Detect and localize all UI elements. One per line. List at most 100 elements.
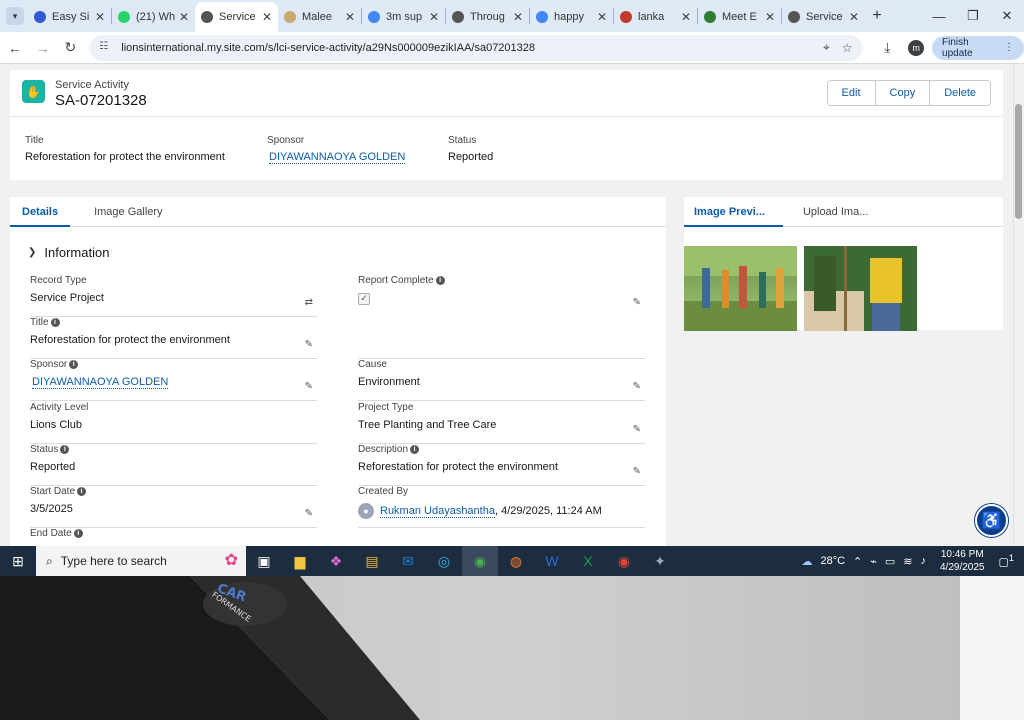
wifi-icon[interactable]: ≋: [903, 555, 912, 568]
info-icon[interactable]: i: [410, 445, 420, 454]
taskbar-clock[interactable]: 10:46 PM 4/29/2025: [940, 548, 985, 574]
close-tab-icon[interactable]: ✕: [681, 10, 691, 24]
report-complete-checkbox[interactable]: ✓: [358, 292, 370, 305]
browser-tab[interactable]: Service ✕: [195, 2, 278, 32]
minimize-button[interactable]: —: [922, 0, 956, 32]
file-explorer-icon[interactable]: ▆: [282, 546, 318, 576]
close-window-button[interactable]: ✕: [990, 0, 1024, 32]
volume-icon[interactable]: ♪: [921, 555, 927, 567]
edit-pencil-icon[interactable]: ✎: [305, 381, 313, 392]
change-record-type-icon[interactable]: ⇄: [305, 297, 313, 308]
chrome-profile-icon[interactable]: ◉: [606, 546, 642, 576]
browser-tab[interactable]: lanka ✕: [614, 2, 697, 32]
accessibility-icon[interactable]: ♿: [975, 504, 1008, 537]
url-text[interactable]: lionsinternational.my.site.com/s/lci-ser…: [121, 42, 811, 54]
weather-icon[interactable]: ☁: [801, 555, 812, 568]
url-omnibox[interactable]: ☷ lionsinternational.my.site.com/s/lci-s…: [89, 34, 863, 61]
page-scrollbar[interactable]: [1013, 64, 1024, 546]
word-icon[interactable]: W: [534, 546, 570, 576]
temperature[interactable]: 28°C: [820, 555, 845, 567]
info-icon[interactable]: i: [69, 360, 79, 369]
new-tab-button[interactable]: +: [865, 7, 889, 25]
close-tab-icon[interactable]: ✕: [95, 10, 105, 24]
device-edge-photo: CAR FORMANCE: [0, 576, 420, 720]
app-icon[interactable]: ✦: [642, 546, 678, 576]
tab-image-gallery[interactable]: Image Gallery: [82, 197, 174, 227]
field-value: Reforestation for protect the environmen…: [358, 461, 558, 473]
finish-update-label: Finish update: [942, 36, 973, 59]
profile-avatar[interactable]: m: [908, 39, 925, 56]
globe-icon: [788, 11, 800, 23]
outlook-icon[interactable]: ✉: [390, 546, 426, 576]
info-icon[interactable]: i: [435, 276, 445, 285]
taskbar-search[interactable]: ⌕ Type here to search ✿: [36, 546, 246, 576]
browser-tab[interactable]: (21) Wh ✕: [112, 2, 195, 32]
tab-search-button[interactable]: ▾: [6, 7, 24, 25]
info-icon[interactable]: i: [50, 318, 60, 327]
usb-icon[interactable]: ⌁: [870, 555, 877, 568]
browser-tab[interactable]: Malee ✕: [278, 2, 361, 32]
notification-icon[interactable]: ▢1: [999, 553, 1015, 569]
browser-tab[interactable]: Meet E ✕: [698, 2, 781, 32]
edit-pencil-icon[interactable]: ✎: [633, 466, 641, 477]
task-view-icon[interactable]: ▣: [246, 546, 282, 576]
page-content: ✋ Service Activity SA-07201328 Edit Copy…: [0, 64, 1024, 546]
section-title: Information: [44, 245, 110, 260]
created-by-user-link[interactable]: Rukman Udayashantha: [380, 504, 495, 518]
highlight-sponsor-link[interactable]: DIYAWANNAOYA GOLDEN: [269, 151, 406, 164]
copilot-icon[interactable]: ❖: [318, 546, 354, 576]
finish-update-button[interactable]: Finish update ⋮: [932, 35, 1024, 60]
delete-button[interactable]: Delete: [929, 81, 990, 105]
tab-upload-image[interactable]: Upload Ima...: [793, 197, 886, 227]
store-icon[interactable]: ▤: [354, 546, 390, 576]
edit-pencil-icon[interactable]: ✎: [633, 297, 641, 308]
close-tab-icon[interactable]: ✕: [765, 10, 775, 24]
close-tab-icon[interactable]: ✕: [262, 10, 272, 24]
tab-image-preview[interactable]: Image Previ...: [684, 197, 783, 227]
info-icon[interactable]: i: [73, 529, 83, 538]
browser-tab[interactable]: happy ✕: [530, 2, 613, 32]
browser-tab[interactable]: Throug ✕: [446, 2, 529, 32]
section-toggle-information[interactable]: ❯ Information: [28, 245, 109, 260]
highlight-title-value: Reforestation for protect the environmen…: [25, 151, 225, 163]
close-tab-icon[interactable]: ✕: [849, 10, 859, 24]
download-icon[interactable]: ⤓: [875, 35, 901, 61]
browser-tab[interactable]: Service ✕: [782, 2, 865, 32]
edge-icon[interactable]: ◎: [426, 546, 462, 576]
image-thumbnail[interactable]: [804, 246, 917, 331]
edit-pencil-icon[interactable]: ✎: [633, 381, 641, 392]
tab-details[interactable]: Details: [10, 197, 71, 227]
site-info-icon[interactable]: ☷: [99, 41, 113, 55]
scrollbar-thumb[interactable]: [1015, 104, 1022, 219]
globe-icon: [452, 11, 464, 23]
edit-pencil-icon[interactable]: ✎: [305, 339, 313, 350]
bookmark-star-icon[interactable]: ☆: [842, 41, 853, 55]
edit-button[interactable]: Edit: [827, 81, 875, 105]
firefox-icon[interactable]: ◍: [498, 546, 534, 576]
copy-button[interactable]: Copy: [874, 81, 930, 105]
edit-pencil-icon[interactable]: ✎: [305, 508, 313, 519]
info-icon[interactable]: i: [77, 487, 87, 496]
chrome-icon[interactable]: ◉: [462, 546, 498, 576]
excel-icon[interactable]: X: [570, 546, 606, 576]
restore-button[interactable]: ❐: [956, 0, 990, 32]
edit-pencil-icon[interactable]: ✎: [633, 424, 641, 435]
battery-icon[interactable]: ▭: [885, 555, 895, 568]
location-icon[interactable]: ⌖: [823, 40, 830, 55]
forward-button[interactable]: →: [30, 35, 56, 61]
info-icon[interactable]: i: [60, 445, 70, 454]
windows-start-icon[interactable]: ⊞: [0, 546, 36, 576]
close-tab-icon[interactable]: ✕: [429, 10, 439, 24]
back-button[interactable]: ←: [2, 35, 28, 61]
close-tab-icon[interactable]: ✕: [179, 10, 189, 24]
reload-button[interactable]: ↻: [58, 35, 84, 61]
image-thumbnail[interactable]: [684, 246, 797, 331]
browser-tab[interactable]: Easy Si ✕: [28, 2, 111, 32]
close-tab-icon[interactable]: ✕: [513, 10, 523, 24]
close-tab-icon[interactable]: ✕: [345, 10, 355, 24]
field-activity-level: Activity Level Lions Club: [30, 402, 317, 444]
browser-tab[interactable]: 3m sup ✕: [362, 2, 445, 32]
close-tab-icon[interactable]: ✕: [597, 10, 607, 24]
tray-chevron-up-icon[interactable]: ⌃: [853, 555, 862, 568]
sponsor-link[interactable]: DIYAWANNAOYA GOLDEN: [32, 376, 169, 389]
